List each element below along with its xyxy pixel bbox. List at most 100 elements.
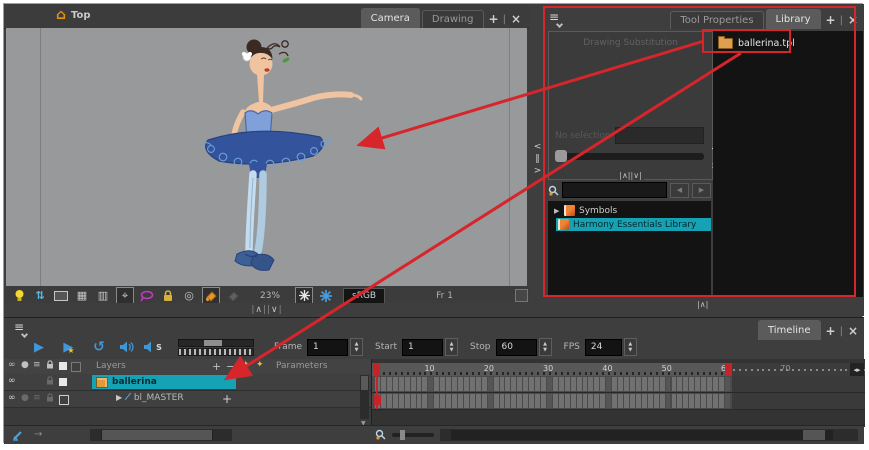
tree-item-symbols[interactable]: ▶ Symbols xyxy=(548,204,711,217)
selected-layer-box[interactable]: ballerina xyxy=(92,375,236,389)
frame-zoom-slider[interactable] xyxy=(392,433,434,437)
collapse-up-button[interactable]: ∧ xyxy=(255,305,262,315)
fps-spinner[interactable]: ▲▼ xyxy=(624,338,637,356)
search-input[interactable] xyxy=(562,182,667,198)
ballerina-drawing[interactable] xyxy=(201,34,366,286)
add-peg-button[interactable]: ✦ xyxy=(256,360,264,370)
zoom-frames-icon[interactable] xyxy=(375,429,386,440)
slider-thumb[interactable] xyxy=(400,430,405,440)
safe-area-icon[interactable] xyxy=(53,288,69,303)
rotate-view-icon[interactable]: ◎ xyxy=(181,288,197,303)
zoom-level[interactable]: 23% xyxy=(260,291,280,301)
layer-color-swatch[interactable] xyxy=(59,378,67,386)
lock-icon[interactable] xyxy=(160,288,176,303)
scrubber-thumb[interactable] xyxy=(204,340,222,347)
render-preview-icon[interactable] xyxy=(318,288,334,303)
shift-arrow-icon[interactable]: → xyxy=(34,429,42,440)
frame-spinner[interactable]: ▲▼ xyxy=(350,338,363,356)
outline-mode-icon[interactable]: ⌖ xyxy=(116,287,134,304)
layer-hscrollbar[interactable] xyxy=(90,429,232,441)
library-file-list[interactable]: ballerina.tpl xyxy=(713,31,863,297)
grip-icon[interactable]: ‖ xyxy=(535,154,540,164)
sound-button[interactable] xyxy=(116,338,138,356)
stop-input[interactable]: 60 xyxy=(496,339,537,356)
paint-mode-disabled-icon[interactable] xyxy=(225,288,241,303)
layer-stack-icon[interactable]: ≡ xyxy=(33,360,41,370)
enable-icon[interactable]: ∞ xyxy=(8,376,16,386)
solo-icon[interactable]: ● xyxy=(21,393,29,403)
expand-arrow-icon[interactable]: ▶ xyxy=(116,393,122,402)
add-drawing-layer-button[interactable]: ✦ xyxy=(242,360,250,370)
grid-icon[interactable]: ▦ xyxy=(74,288,90,303)
close-view-button[interactable]: × xyxy=(511,11,521,28)
layer-scrollbar[interactable]: ▼ xyxy=(360,375,369,419)
collapse-down-button[interactable]: ∨ xyxy=(271,305,278,315)
light-table-icon[interactable] xyxy=(11,288,27,303)
pan-tool-icon[interactable]: ⇅ xyxy=(32,288,48,303)
tab-library[interactable]: Library xyxy=(766,9,821,29)
frame-input[interactable]: 1 xyxy=(307,339,348,356)
stop-spinner[interactable]: ▲▼ xyxy=(539,338,552,356)
render-play-button[interactable]: ▶★ xyxy=(58,338,80,356)
timeline-ruler[interactable]: 10203040506070 xyxy=(372,363,865,376)
layer-row-bl-master[interactable]: ∞ ● ≡ ▶ ⁄ bl_MASTER + xyxy=(4,391,371,408)
expand-arrow-icon[interactable]: ▶ xyxy=(554,207,560,215)
lasso-select-icon[interactable] xyxy=(139,288,155,303)
search-next-button[interactable]: ▶ xyxy=(692,183,711,198)
add-view-button[interactable]: + xyxy=(826,12,836,29)
stop-frame-marker[interactable] xyxy=(725,363,732,376)
subpanel-collapse[interactable]: |∧||∨| xyxy=(617,171,644,180)
lock-icon[interactable] xyxy=(46,393,54,402)
thumbnail-toggle[interactable] xyxy=(71,362,81,372)
sound-scrub-button[interactable]: S xyxy=(142,338,164,356)
tree-item-harmony-essentials[interactable]: Harmony Essentials Library xyxy=(556,218,711,231)
solo-mode-icon[interactable]: ● xyxy=(21,360,29,370)
close-view-button[interactable]: × xyxy=(848,12,858,29)
add-view-button[interactable]: + xyxy=(489,11,499,28)
tab-tool-properties[interactable]: Tool Properties xyxy=(670,11,763,29)
file-item-ballerina[interactable]: ballerina.tpl xyxy=(713,35,863,51)
start-spinner[interactable]: ▲▼ xyxy=(445,338,458,356)
scrollbar-thumb[interactable] xyxy=(361,376,368,390)
slider-thumb[interactable] xyxy=(555,150,567,162)
search-prev-button[interactable]: ◀ xyxy=(670,183,689,198)
tab-drawing[interactable]: Drawing xyxy=(422,10,484,28)
fps-input[interactable]: 24 xyxy=(585,339,622,356)
camera-viewport[interactable] xyxy=(6,28,527,286)
panel-menu-icon[interactable]: ≡ xyxy=(549,11,562,27)
tab-camera[interactable]: Camera xyxy=(361,8,420,28)
layer-stack-icon[interactable]: ≡ xyxy=(33,393,41,403)
color-space-select[interactable]: sRGB xyxy=(343,288,385,304)
layer-row-ballerina[interactable]: ∞ ballerina xyxy=(4,374,371,391)
lock-all-icon[interactable] xyxy=(46,360,54,369)
frame-row-ballerina[interactable] xyxy=(372,376,865,393)
frame-cell[interactable] xyxy=(725,394,731,408)
slider-track[interactable] xyxy=(563,153,704,160)
enable-icon[interactable]: ∞ xyxy=(8,393,16,403)
add-parameter-button[interactable]: + xyxy=(222,392,232,406)
play-button[interactable]: ▶ xyxy=(28,338,50,356)
frame-scrubber[interactable] xyxy=(178,339,254,356)
loop-button[interactable]: ↺ xyxy=(88,338,110,356)
camera-mask-icon[interactable]: ▥ xyxy=(95,288,111,303)
scrollbar-thumb[interactable] xyxy=(102,430,212,440)
frame-resize-icon[interactable]: ◂▸ xyxy=(850,363,864,376)
color-swatch-all[interactable] xyxy=(59,362,67,370)
chevron-left-icon[interactable]: < xyxy=(534,142,542,152)
toolbar-end-box[interactable] xyxy=(515,289,528,302)
frame-row-bl-master[interactable] xyxy=(372,393,865,410)
add-layer-button[interactable]: + xyxy=(212,360,221,373)
frame-cell[interactable] xyxy=(725,377,731,391)
render-mode-icon[interactable] xyxy=(295,287,313,304)
layer-color-swatch[interactable] xyxy=(59,395,69,405)
start-input[interactable]: 1 xyxy=(402,339,443,356)
chevron-right-icon[interactable]: > xyxy=(534,166,542,176)
playhead-marker[interactable] xyxy=(373,363,380,376)
delete-layer-button[interactable]: − xyxy=(226,360,235,373)
substitution-slider[interactable] xyxy=(555,150,704,162)
panel-splitter-left[interactable]: < ‖ > xyxy=(531,142,544,188)
show-all-icon[interactable]: ∞ xyxy=(8,360,16,370)
frame-hscrollbar[interactable] xyxy=(440,429,858,441)
paint-mode-icon[interactable] xyxy=(202,287,220,304)
panel-collapse[interactable]: |∧| xyxy=(697,300,708,309)
